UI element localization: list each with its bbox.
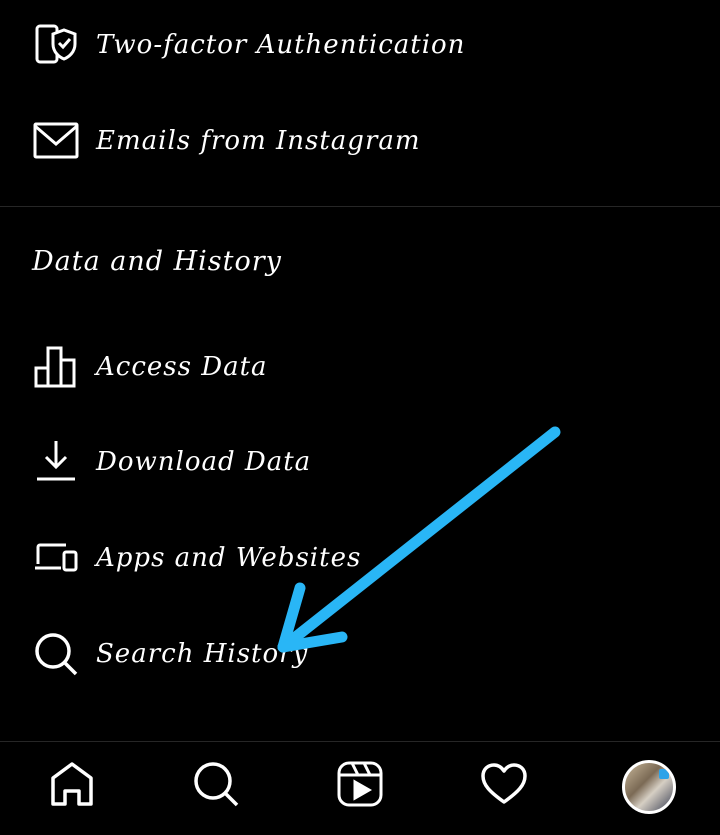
reels-icon [336, 760, 384, 812]
devices-icon [33, 535, 79, 581]
section-divider [0, 206, 720, 207]
download-data-label: Download Data [96, 447, 312, 477]
heart-icon [480, 760, 528, 812]
data-and-history-heading: Data and History [32, 246, 282, 277]
download-icon [33, 439, 79, 485]
profile-button[interactable] [620, 758, 678, 816]
search-icon [192, 760, 240, 812]
download-data-item[interactable]: Download Data [0, 422, 720, 502]
search-nav-button[interactable] [190, 760, 242, 812]
bottom-navigation-bar [0, 742, 720, 835]
emails-from-instagram-item[interactable]: Emails from Instagram [0, 101, 720, 181]
search-history-item[interactable]: Search History [0, 614, 720, 694]
home-icon [48, 760, 96, 812]
access-data-item[interactable]: Access Data [0, 327, 720, 407]
search-icon [33, 631, 79, 677]
bar-chart-icon [33, 344, 79, 390]
home-button[interactable] [46, 760, 98, 812]
mail-icon [33, 118, 79, 164]
emails-from-instagram-label: Emails from Instagram [96, 126, 421, 156]
search-history-label: Search History [96, 639, 309, 669]
shield-check-phone-icon [33, 22, 79, 68]
access-data-label: Access Data [96, 352, 268, 382]
profile-avatar [622, 760, 676, 814]
two-factor-authentication-label: Two-factor Authentication [96, 30, 466, 60]
activity-button[interactable] [478, 760, 530, 812]
apps-and-websites-label: Apps and Websites [96, 543, 362, 573]
two-factor-authentication-item[interactable]: Two-factor Authentication [0, 5, 720, 85]
reels-button[interactable] [334, 760, 386, 812]
apps-and-websites-item[interactable]: Apps and Websites [0, 518, 720, 598]
